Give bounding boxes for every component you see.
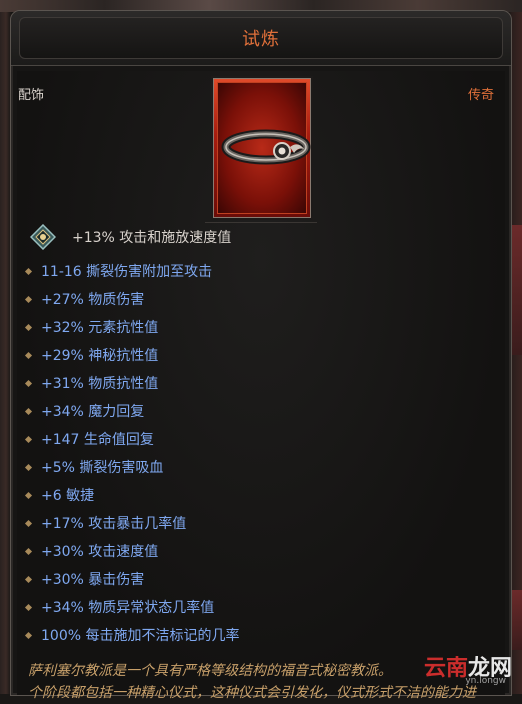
affix-text: +31% 物质抗性值 xyxy=(41,376,159,392)
affix-text: 100% 每击施加不洁标记的几率 xyxy=(41,628,240,644)
bullet-icon xyxy=(24,519,33,527)
bullet-icon xyxy=(24,351,33,359)
affix-item: +34% 物质异常状态几率值 xyxy=(24,593,239,621)
item-rarity-label: 传奇 xyxy=(467,88,494,103)
affix-item: +27% 物质伤害 xyxy=(24,285,239,313)
affix-text: +147 生命值回复 xyxy=(41,432,154,448)
affix-text: +34% 物质异常状态几率值 xyxy=(41,600,215,616)
affix-item: +30% 暴击伤害 xyxy=(24,565,239,593)
affix-text: +17% 攻击暴击几率值 xyxy=(41,516,187,532)
bullet-icon xyxy=(24,491,33,499)
tooltip-header: 试炼 xyxy=(11,11,511,66)
affix-text: +30% 攻击速度值 xyxy=(41,544,159,560)
affix-item: +6 敏捷 xyxy=(24,481,239,509)
affix-item: +5% 撕裂伤害吸血 xyxy=(24,453,239,481)
bullet-icon xyxy=(24,267,33,275)
item-title: 试炼 xyxy=(242,29,280,50)
bullet-icon xyxy=(24,435,33,443)
affix-item: 100% 每击施加不洁标记的几率 xyxy=(24,621,239,649)
affix-text: +5% 撕裂伤害吸血 xyxy=(41,460,164,476)
affix-item: +29% 神秘抗性值 xyxy=(24,341,239,369)
affix-text: +32% 元素抗性值 xyxy=(41,320,159,336)
item-image-background xyxy=(217,82,311,214)
affix-item: +17% 攻击暴击几率值 xyxy=(24,509,239,537)
bullet-icon xyxy=(24,295,33,303)
affix-text: 11-16 撕裂伤害附加至攻击 xyxy=(41,264,213,280)
affix-text: +29% 神秘抗性值 xyxy=(41,348,159,364)
watermark-red-text: 云南 xyxy=(423,656,468,681)
affix-item: +30% 攻击速度值 xyxy=(24,537,239,565)
core-stat-row: +13% 攻击和施放速度值 xyxy=(30,222,231,252)
affix-text: +30% 暴击伤害 xyxy=(41,572,145,588)
affix-text: +6 敏捷 xyxy=(41,488,95,504)
bullet-icon xyxy=(24,407,33,415)
affix-item: +31% 物质抗性值 xyxy=(24,369,239,397)
affix-text: +34% 魔力回复 xyxy=(41,404,145,420)
skill-gem-icon xyxy=(30,224,56,250)
affix-item: +147 生命值回复 xyxy=(24,425,239,453)
bullet-icon xyxy=(24,547,33,555)
lore-text-line: 个阶段都包括一种精心仪式，这种仪式会引发化，仪式形式不洁的能力进 xyxy=(28,685,476,701)
affix-list: 11-16 撕裂伤害附加至攻击 +27% 物质伤害 +32% 元素抗性值 +29… xyxy=(24,257,239,649)
bullet-icon xyxy=(24,631,33,639)
bullet-icon xyxy=(24,323,33,331)
affix-item: +34% 魔力回复 xyxy=(24,397,239,425)
item-image-frame xyxy=(213,78,311,218)
affix-item: +32% 元素抗性值 xyxy=(24,313,239,341)
bullet-icon xyxy=(24,379,33,387)
bullet-icon xyxy=(24,603,33,611)
affix-item: 11-16 撕裂伤害附加至攻击 xyxy=(24,257,239,285)
affix-text: +27% 物质伤害 xyxy=(41,292,145,308)
watermark-url: yn.longw xyxy=(465,676,506,686)
core-stat-text: +13% 攻击和施放速度值 xyxy=(72,230,232,246)
bullet-icon xyxy=(24,575,33,583)
belt-icon xyxy=(221,129,311,165)
bullet-icon xyxy=(24,463,33,471)
item-type-label: 配饰 xyxy=(18,88,45,103)
